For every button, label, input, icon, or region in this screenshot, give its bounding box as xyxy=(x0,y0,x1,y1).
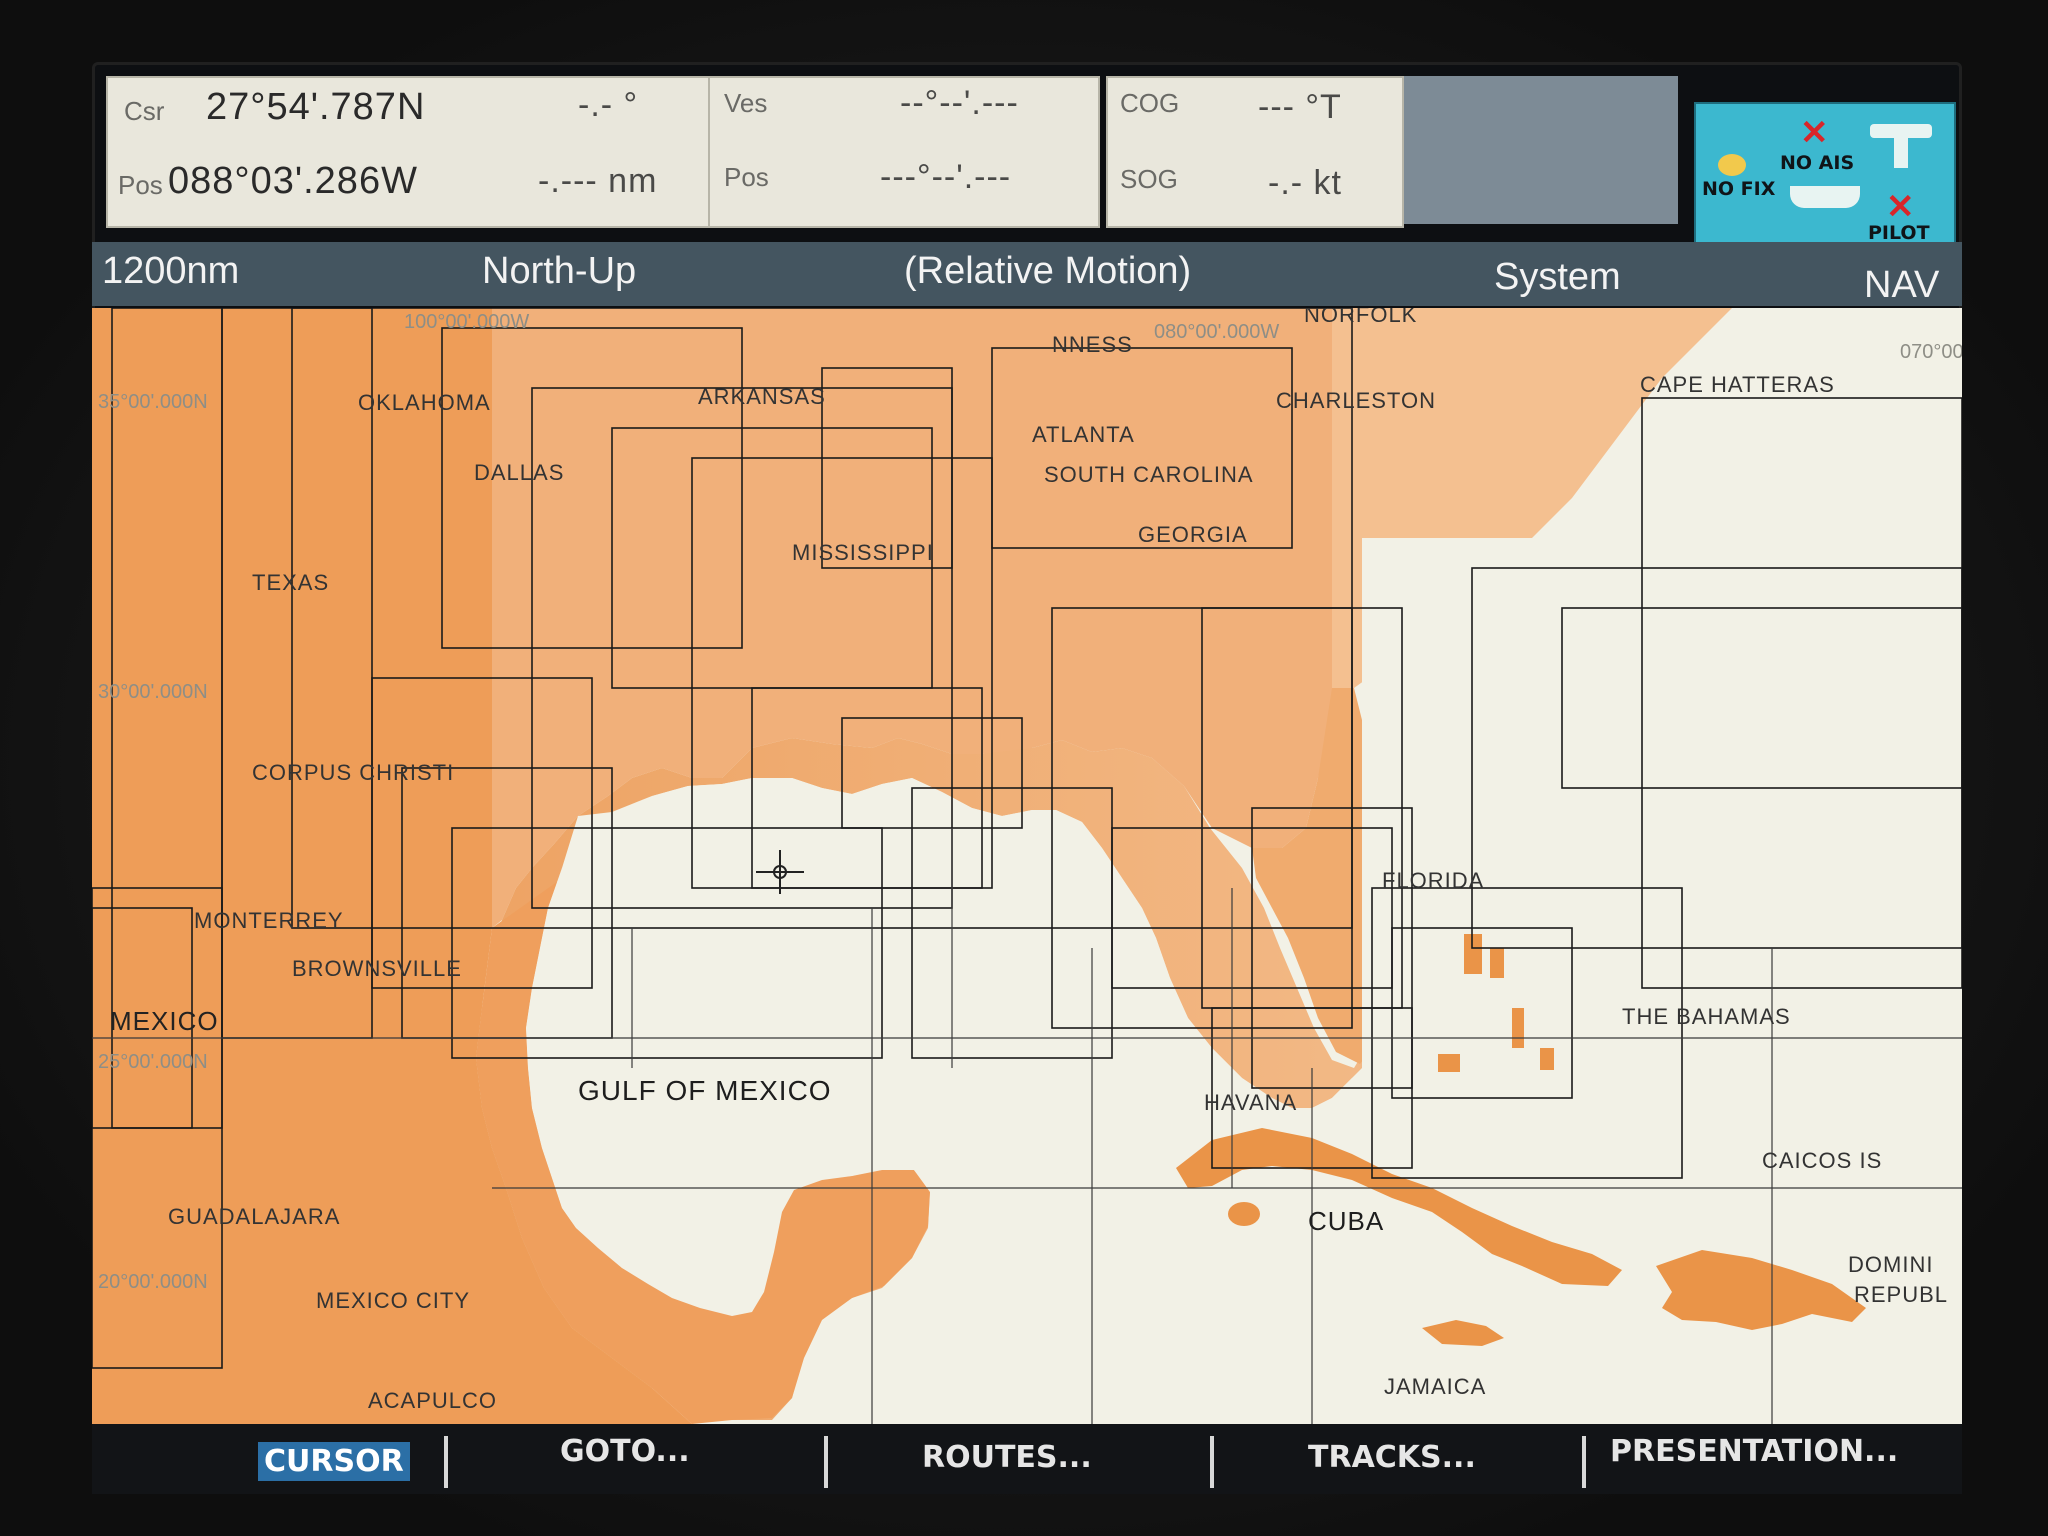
place-mexico-city: MEXICO CITY xyxy=(316,1288,470,1313)
place-arkansas: ARKANSAS xyxy=(698,384,826,409)
vessel-latitude: --°--'.--- xyxy=(900,84,1019,122)
nav-mode[interactable]: NAV xyxy=(1864,264,1939,307)
place-cape-hatteras: CAPE HATTERAS xyxy=(1640,372,1835,397)
lat-25-label: 25°00'.000N xyxy=(98,1051,208,1073)
place-mississippi: MISSISSIPPI xyxy=(792,540,934,565)
lon-80-label: 080°00'.000W xyxy=(1154,321,1279,343)
pos-label: Pos xyxy=(118,170,163,200)
radar-mast-icon xyxy=(1894,138,1908,168)
place-south-carolina: SOUTH CAROLINA xyxy=(1044,462,1254,487)
place-corpus-christi: CORPUS CHRISTI xyxy=(252,760,454,785)
lon-70-label: 070°00 xyxy=(1900,341,1962,363)
place-dominican-line1: DOMINI xyxy=(1848,1252,1933,1277)
sog-value: -.- kt xyxy=(1268,164,1342,202)
pilot-status: PILOT xyxy=(1868,222,1930,244)
place-mexico: MEXICO xyxy=(110,1006,219,1036)
lat-20-label: 20°00'.000N xyxy=(98,1271,208,1293)
chart-svg[interactable]: 100°00'.000W 080°00'.000W 070°00 35°00'.… xyxy=(92,308,1962,1424)
cursor-panel: Csr 27°54'.787N -.- ° Pos 088°03'.286W -… xyxy=(106,76,716,228)
place-georgia: GEORGIA xyxy=(1138,522,1248,547)
place-oklahoma: OKLAHOMA xyxy=(358,390,491,415)
chart-range[interactable]: 1200nm xyxy=(102,250,239,293)
place-jamaica: JAMAICA xyxy=(1384,1374,1486,1399)
place-havana: HAVANA xyxy=(1204,1090,1297,1115)
course-speed-panel: COG --- °T SOG -.- kt xyxy=(1106,76,1404,228)
place-texas: TEXAS xyxy=(252,570,329,595)
cog-value: --- °T xyxy=(1258,88,1342,126)
pilot-x-icon: ✕ xyxy=(1886,188,1915,226)
place-dominican-line2: REPUBL xyxy=(1854,1282,1948,1307)
lat-30-label: 30°00'.000N xyxy=(98,681,208,703)
place-norfolk: NORFOLK xyxy=(1304,308,1417,327)
chart-header-bar: 1200nm North-Up (Relative Motion) System… xyxy=(92,242,1962,306)
presentation-softkey[interactable]: PRESENTATION... xyxy=(1610,1434,1898,1469)
chart-orientation[interactable]: North-Up xyxy=(482,250,636,293)
system-label[interactable]: System xyxy=(1494,256,1621,299)
gps-icon xyxy=(1718,154,1746,176)
chart-map[interactable]: 100°00'.000W 080°00'.000W 070°00 35°00'.… xyxy=(92,308,1962,1424)
place-caicos: CAICOS IS xyxy=(1762,1148,1882,1173)
place-florida: FLORIDA xyxy=(1382,868,1484,893)
atlantic-ocean xyxy=(1362,538,1962,1188)
land-isla-juventud xyxy=(1228,1202,1260,1226)
cursor-softkey[interactable]: CURSOR xyxy=(258,1442,410,1481)
sog-label: SOG xyxy=(1120,164,1178,194)
ais-x-icon: ✕ xyxy=(1800,114,1829,152)
cog-label: COG xyxy=(1120,88,1180,118)
place-monterrey: MONTERREY xyxy=(194,908,344,933)
status-panel[interactable]: NO FIX ✕ NO AIS ✕ PILOT xyxy=(1694,102,1956,250)
cursor-range: -.--- nm xyxy=(538,162,658,200)
softkey-divider xyxy=(444,1436,448,1488)
ves-label: Ves xyxy=(724,88,768,118)
chartplotter-screen: Csr 27°54'.787N -.- ° Pos 088°03'.286W -… xyxy=(92,62,1962,1494)
softkey-divider xyxy=(1210,1436,1214,1488)
ves-pos-label: Pos xyxy=(724,162,769,192)
goto-softkey[interactable]: GOTO... xyxy=(560,1434,690,1469)
softkey-divider xyxy=(824,1436,828,1488)
place-gulf-of-mexico: GULF OF MEXICO xyxy=(578,1075,832,1106)
cursor-latitude: 27°54'.787N xyxy=(206,86,426,128)
softkey-bar: CURSOR GOTO... ROUTES... TRACKS... PRESE… xyxy=(92,1424,1962,1494)
place-cuba: CUBA xyxy=(1308,1206,1384,1236)
place-the-bahamas: THE BAHAMAS xyxy=(1622,1004,1791,1029)
cursor-longitude: 088°03'.286W xyxy=(168,160,418,202)
place-atlanta: ATLANTA xyxy=(1032,422,1135,447)
nofix-status: NO FIX xyxy=(1702,178,1776,200)
routes-softkey[interactable]: ROUTES... xyxy=(922,1440,1092,1475)
cursor-bearing: -.- ° xyxy=(578,86,639,124)
csr-label: Csr xyxy=(124,96,165,126)
place-dallas: DALLAS xyxy=(474,460,564,485)
noais-status: NO AIS xyxy=(1780,152,1855,174)
place-acapulco: ACAPULCO xyxy=(368,1388,497,1413)
boat-icon xyxy=(1790,186,1860,208)
place-brownsville: BROWNSVILLE xyxy=(292,956,462,981)
place-charleston: CHARLESTON xyxy=(1276,388,1436,413)
place-guadalajara: GUADALAJARA xyxy=(168,1204,340,1229)
radar-icon xyxy=(1870,124,1932,138)
motion-mode[interactable]: (Relative Motion) xyxy=(904,250,1191,293)
vessel-panel: Ves --°--'.--- Pos ---°--'.--- xyxy=(708,76,1100,228)
tracks-softkey[interactable]: TRACKS... xyxy=(1308,1440,1476,1475)
softkey-divider xyxy=(1582,1436,1586,1488)
vessel-longitude: ---°--'.--- xyxy=(880,158,1012,196)
place-tennessee-partial: NNESS xyxy=(1052,332,1133,357)
blank-panel xyxy=(1404,76,1678,224)
lat-35-label: 35°00'.000N xyxy=(98,391,208,413)
lon-100-label: 100°00'.000W xyxy=(404,311,529,333)
